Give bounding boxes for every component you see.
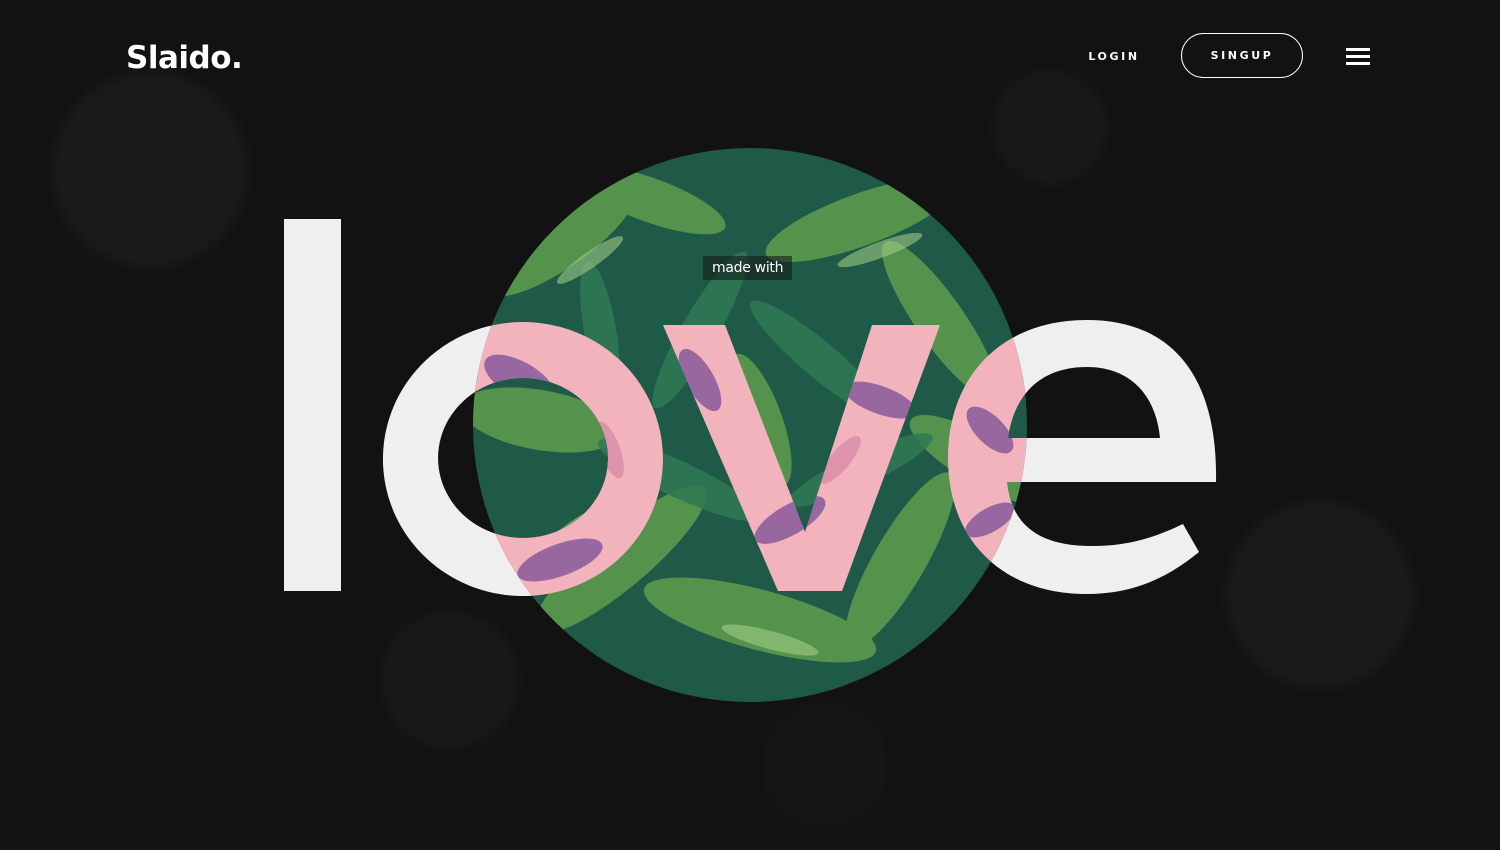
hero-tagline: made with bbox=[703, 256, 793, 280]
hero-artwork bbox=[284, 148, 1217, 702]
letter-l bbox=[284, 219, 341, 591]
